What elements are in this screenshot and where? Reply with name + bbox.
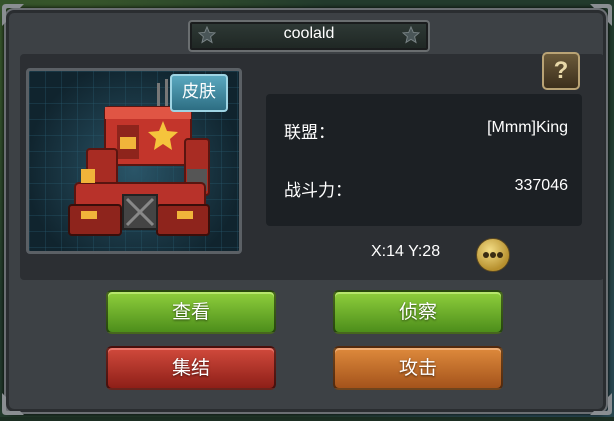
rally-button[interactable]: 集结	[106, 346, 276, 390]
corner-ornament-icon	[0, 2, 26, 28]
skin-button[interactable]: 皮肤	[170, 74, 228, 112]
coordinates-text: X:14 Y:28	[371, 243, 441, 260]
more-icon[interactable]	[476, 238, 510, 272]
power-value: 337046	[514, 177, 568, 194]
corner-ornament-icon	[588, 391, 614, 417]
dot-icon	[490, 252, 496, 258]
title-plate: coolald	[188, 20, 430, 52]
player-info-panel: 联盟： [Mmm]King 战斗力： 337046	[266, 94, 582, 226]
corner-ornament-icon	[588, 2, 614, 28]
view-button[interactable]: 查看	[106, 290, 276, 334]
dot-icon	[497, 252, 503, 258]
scout-button[interactable]: 侦察	[333, 290, 503, 334]
corner-ornament-icon	[0, 391, 26, 417]
dot-icon	[483, 252, 489, 258]
alliance-value: [Mmm]King	[487, 119, 568, 136]
player-name-title: coolald	[283, 25, 335, 42]
alliance-label: 联盟：	[284, 123, 335, 143]
star-icon	[401, 25, 421, 44]
power-label: 战斗力：	[284, 181, 352, 201]
help-icon[interactable]: ?	[542, 52, 580, 90]
attack-button[interactable]: 攻击	[333, 346, 503, 390]
